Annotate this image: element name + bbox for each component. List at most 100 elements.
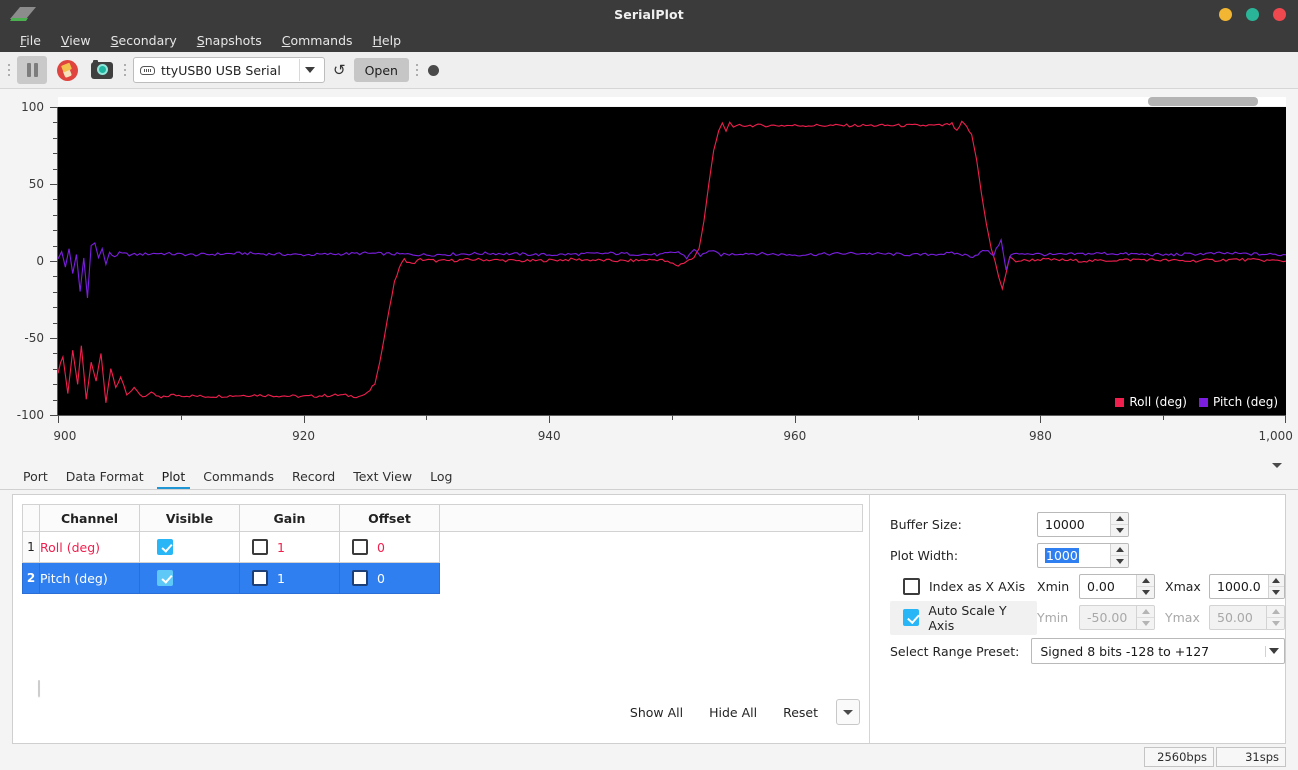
xmax-down[interactable] (1269, 587, 1284, 598)
arrow-up-icon (1141, 578, 1150, 583)
channel-table-header: Channel Visible Gain Offset (22, 504, 863, 532)
record-indicator-icon[interactable] (427, 64, 439, 76)
refresh-ports-button[interactable]: ↺ (330, 62, 349, 78)
xmax-stepper[interactable]: 1000.0 (1209, 574, 1285, 599)
camera-snapshot-icon (91, 59, 113, 79)
tab-text-view[interactable]: Text View (344, 466, 421, 489)
xmin-down[interactable] (1137, 587, 1154, 598)
maximize-button[interactable] (1246, 7, 1259, 21)
row-channel-name[interactable]: Pitch (deg) (39, 562, 140, 594)
clear-plot-button[interactable] (52, 56, 82, 84)
reset-button[interactable]: Reset (771, 700, 830, 725)
visible-checkbox[interactable] (157, 570, 173, 586)
buffer-size-arrows[interactable] (1110, 513, 1128, 536)
xmin-value[interactable]: 0.00 (1080, 575, 1136, 598)
plot-scrollbar-track[interactable] (58, 97, 1286, 106)
tab-record[interactable]: Record (283, 466, 344, 489)
col-header-channel[interactable]: Channel (39, 504, 140, 532)
toolbar-grip[interactable] (6, 59, 12, 81)
row-filler (439, 531, 863, 563)
range-preset-arrow[interactable] (1260, 645, 1284, 657)
xmax-value[interactable]: 1000.0 (1210, 575, 1268, 598)
arrow-up-icon (1141, 609, 1150, 614)
open-port-button[interactable]: Open (353, 58, 409, 82)
tab-port[interactable]: Port (14, 466, 57, 489)
offset-checkbox[interactable] (352, 570, 368, 586)
xmin-up[interactable] (1137, 575, 1154, 587)
port-select-arrow[interactable] (299, 59, 320, 81)
row-visible-cell[interactable] (139, 562, 240, 594)
xmax-up[interactable] (1268, 575, 1284, 587)
table-row[interactable]: 1 Roll (deg) 1 0 (22, 531, 863, 563)
plot-width-down[interactable] (1111, 556, 1128, 567)
range-preset-select[interactable]: Signed 8 bits -128 to +127 (1031, 638, 1285, 664)
show-all-button[interactable]: Show All (618, 700, 695, 725)
col-header-visible[interactable]: Visible (139, 504, 240, 532)
col-header-offset[interactable]: Offset (339, 504, 440, 532)
menu-snapshots[interactable]: Snapshots (187, 30, 272, 51)
buffer-size-value[interactable]: 10000 (1038, 513, 1110, 536)
close-button[interactable] (1273, 7, 1286, 21)
buffer-size-stepper[interactable]: 10000 (1037, 512, 1129, 537)
xmin-stepper[interactable]: 0.00 (1079, 574, 1155, 599)
plot-scrollbar-thumb[interactable] (1148, 97, 1258, 106)
row-gain-cell[interactable]: 1 (239, 562, 340, 594)
tab-data-format[interactable]: Data Format (57, 466, 153, 489)
xmin-arrows[interactable] (1136, 575, 1154, 598)
minimize-button[interactable] (1219, 7, 1232, 21)
x-axis-tick-label: 960 (783, 429, 807, 443)
offset-checkbox[interactable] (352, 539, 368, 555)
select-all-checkbox[interactable] (38, 680, 40, 697)
x-axis-tick-label: 980 (1028, 429, 1052, 443)
menu-file[interactable]: File (10, 30, 51, 51)
plot-canvas[interactable]: Roll (deg) Pitch (deg) (58, 107, 1286, 415)
y-axis-tick-label: -50 (24, 331, 44, 345)
index-as-x-checkbox[interactable] (903, 578, 920, 595)
select-all-checkbox-wrap[interactable] (38, 680, 40, 697)
buffer-size-up[interactable] (1111, 513, 1128, 525)
tabs-overflow-button[interactable] (1272, 463, 1282, 483)
row-gain-cell[interactable]: 1 (239, 531, 340, 563)
arrow-down-icon (1272, 590, 1281, 595)
row-offset-cell[interactable]: 0 (339, 562, 440, 594)
table-row[interactable]: 2 Pitch (deg) 1 0 (22, 562, 863, 594)
plot-width-value[interactable]: 1000 (1045, 548, 1079, 563)
visible-checkbox[interactable] (157, 539, 173, 555)
row-channel-name[interactable]: Roll (deg) (39, 531, 140, 563)
gain-checkbox[interactable] (252, 539, 268, 555)
reset-options-button[interactable] (836, 699, 860, 725)
plot-width-arrows[interactable] (1110, 544, 1128, 567)
autoscale-wrap[interactable]: Auto Scale Y Axis (890, 600, 1037, 635)
snapshot-button[interactable] (87, 56, 117, 84)
xmax-arrows[interactable] (1267, 575, 1284, 598)
x-axis-tick-label: 1,000 (1258, 429, 1293, 443)
gain-checkbox[interactable] (252, 570, 268, 586)
menu-secondary[interactable]: Secondary (101, 30, 187, 51)
plot-width-up[interactable] (1111, 544, 1128, 556)
channel-table-block: Channel Visible Gain Offset 1 Roll (deg) (22, 504, 863, 594)
pause-icon (26, 63, 38, 77)
tab-log[interactable]: Log (421, 466, 461, 489)
col-header-gain[interactable]: Gain (239, 504, 340, 532)
tab-plot[interactable]: Plot (153, 466, 195, 489)
hide-all-button[interactable]: Hide All (697, 700, 769, 725)
plot-width-value-wrap[interactable]: 1000 (1038, 544, 1110, 567)
toolbar-grip-3[interactable] (414, 59, 420, 81)
row-offset-cell[interactable]: 0 (339, 531, 440, 563)
y-axis-major-tick (50, 338, 58, 339)
plot-width-stepper[interactable]: 1000 (1037, 543, 1129, 568)
port-select[interactable]: ttyUSB0 USB Serial (133, 57, 325, 83)
row-visible-cell[interactable] (139, 531, 240, 563)
legend-label-pitch: Pitch (deg) (1212, 395, 1278, 409)
index-as-x-wrap[interactable]: Index as X AXis (890, 578, 1037, 595)
plot-traces (58, 107, 1286, 415)
ymin-down (1137, 618, 1154, 629)
menu-help[interactable]: Help (363, 30, 412, 51)
menu-view[interactable]: View (51, 30, 101, 51)
menu-commands[interactable]: Commands (272, 30, 363, 51)
autoscale-checkbox[interactable] (903, 609, 920, 626)
toolbar-grip-2[interactable] (122, 59, 128, 81)
buffer-size-down[interactable] (1111, 525, 1128, 536)
tab-commands[interactable]: Commands (194, 466, 283, 489)
pause-button[interactable] (17, 56, 47, 84)
